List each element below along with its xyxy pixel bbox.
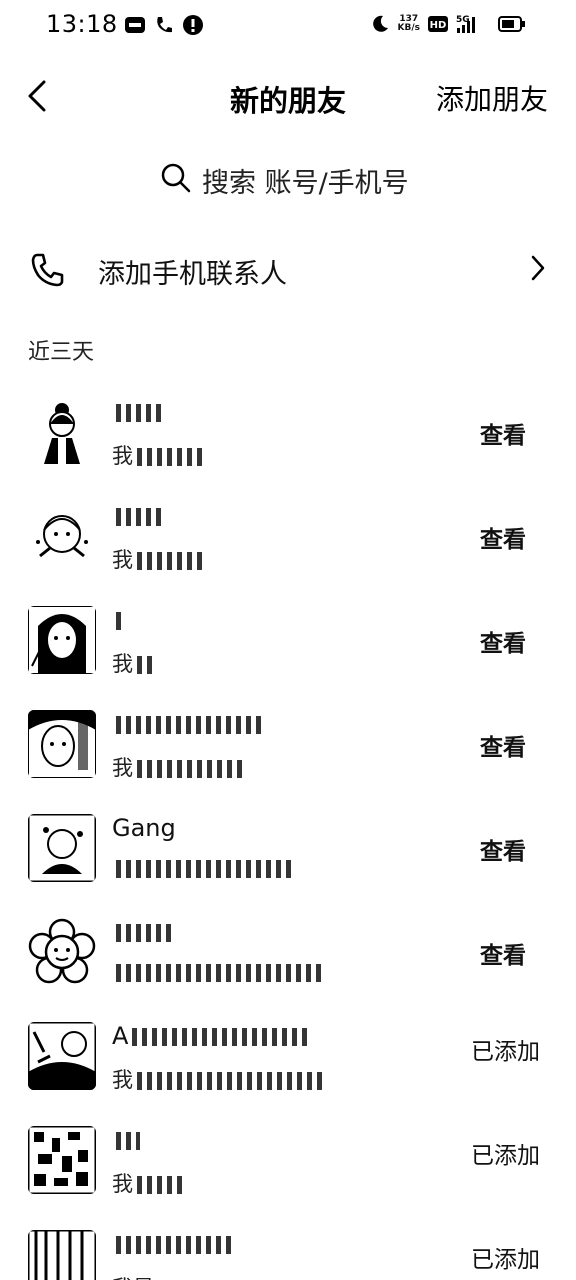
chevron-right-icon xyxy=(530,254,546,286)
view-button[interactable]: 查看 xyxy=(480,936,526,970)
view-button[interactable]: 查看 xyxy=(480,832,526,866)
search-bar[interactable]: 搜索 账号/手机号 xyxy=(160,160,409,200)
friend-request-row[interactable]: 我 查看 xyxy=(0,586,576,690)
friend-message xyxy=(112,856,296,880)
friend-name xyxy=(112,502,166,530)
view-button[interactable]: 查看 xyxy=(480,520,526,554)
phone-icon xyxy=(30,252,66,292)
friend-name xyxy=(112,1230,236,1258)
friend-name xyxy=(112,918,176,946)
photo-child-icon xyxy=(28,1022,96,1090)
added-status: 已添加 xyxy=(471,1247,540,1273)
friend-name xyxy=(112,1126,140,1154)
friend-request-row[interactable]: 我 已添加 xyxy=(0,1106,576,1210)
status-time: 13:18 xyxy=(46,10,118,38)
flower-icon xyxy=(28,918,96,986)
photo-baby-icon xyxy=(28,814,96,882)
battery-icon xyxy=(498,13,526,35)
status-bar: 13:18 137 KB/s HD 5G xyxy=(0,0,576,52)
photo-pattern-icon xyxy=(28,1126,96,1194)
friend-message: 我 xyxy=(112,1168,187,1198)
navigation-bar: 新的朋友 添加朋友 xyxy=(0,66,576,126)
add-friend-button[interactable]: 添加朋友 xyxy=(436,78,548,118)
photo-man-icon xyxy=(28,710,96,778)
notification-icons xyxy=(124,14,204,36)
friend-request-row[interactable]: 我是 已添加 xyxy=(0,1210,576,1280)
friend-request-row[interactable]: 我 查看 xyxy=(0,378,576,482)
friend-request-row[interactable]: A 我 已添加 xyxy=(0,1002,576,1106)
friend-message: 我 xyxy=(112,648,157,678)
svg-text:HD: HD xyxy=(430,20,447,31)
view-button[interactable]: 查看 xyxy=(480,728,526,762)
avatar[interactable] xyxy=(28,1022,96,1090)
baby-cartoon-icon xyxy=(28,502,96,570)
photo-stripes-icon xyxy=(28,1230,96,1280)
friend-name xyxy=(112,398,166,426)
friend-message: 我 xyxy=(112,1064,327,1094)
friend-request-row[interactable]: 我 查看 xyxy=(0,482,576,586)
avatar[interactable] xyxy=(28,814,96,882)
avatar[interactable] xyxy=(28,1230,96,1280)
friend-name: Gang xyxy=(112,814,176,842)
search-icon xyxy=(160,162,192,198)
signal-icon: 5G xyxy=(456,13,490,35)
speed-unit: KB/s xyxy=(397,23,420,33)
friend-request-row[interactable]: 我 查看 xyxy=(0,690,576,794)
friend-request-row[interactable]: 查看 xyxy=(0,898,576,1002)
friend-request-row[interactable]: Gang 查看 xyxy=(0,794,576,898)
view-button[interactable]: 查看 xyxy=(480,416,526,450)
friend-request-list: 我 查看 我 查看 我 查看 我 查看 Gang 查看 查看 A 我 已添加 我… xyxy=(0,378,576,1280)
app-notification-icon xyxy=(124,14,146,36)
alert-icon xyxy=(182,14,204,36)
avatar[interactable] xyxy=(28,918,96,986)
add-phone-contacts-row[interactable]: 添加手机联系人 xyxy=(0,240,576,300)
friend-message: 我 xyxy=(112,544,207,574)
search-placeholder: 搜索 账号/手机号 xyxy=(202,167,409,199)
friend-message: 我是 xyxy=(112,1272,388,1280)
view-button[interactable]: 查看 xyxy=(480,624,526,658)
added-status: 已添加 xyxy=(471,1039,540,1065)
avatar[interactable] xyxy=(28,710,96,778)
avatar[interactable] xyxy=(28,502,96,570)
network-speed: 137 KB/s xyxy=(398,15,420,33)
avatar[interactable] xyxy=(28,1126,96,1194)
avatar[interactable] xyxy=(28,398,96,466)
moon-icon xyxy=(370,13,390,35)
add-phone-contacts-label: 添加手机联系人 xyxy=(98,259,287,290)
avatar[interactable] xyxy=(28,606,96,674)
friend-message xyxy=(112,960,326,984)
anime-girl-icon xyxy=(28,606,96,674)
system-indicators: 137 KB/s HD 5G xyxy=(370,13,526,35)
hd-icon: HD xyxy=(428,13,448,35)
friend-name xyxy=(112,710,266,738)
section-header-recent: 近三天 xyxy=(28,340,95,365)
girl-cartoon-icon xyxy=(28,398,96,466)
friend-message: 我 xyxy=(112,752,247,782)
added-status: 已添加 xyxy=(471,1143,540,1169)
friend-message: 我 xyxy=(112,440,207,470)
friend-name xyxy=(112,606,126,634)
friend-name: A xyxy=(112,1022,313,1050)
missed-call-icon xyxy=(154,14,174,36)
